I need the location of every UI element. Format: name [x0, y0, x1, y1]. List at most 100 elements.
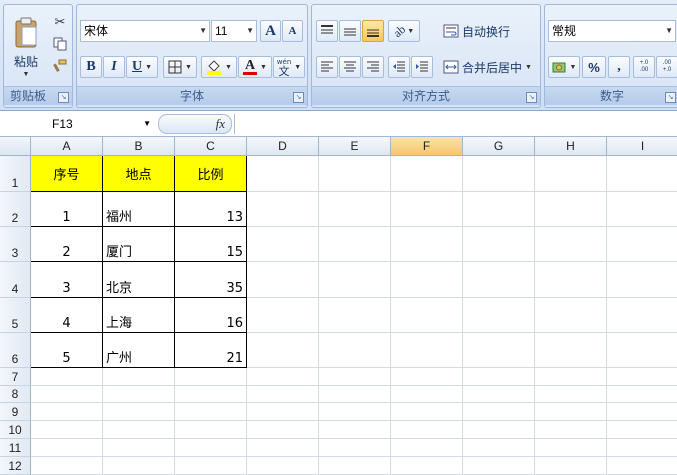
bold-button[interactable]: B: [80, 56, 102, 78]
insert-function-icon[interactable]: fx: [216, 116, 225, 132]
cell-i4[interactable]: [607, 262, 677, 298]
align-left-button[interactable]: [316, 56, 338, 78]
cell-h10[interactable]: [535, 421, 607, 439]
cell-d3[interactable]: [247, 227, 319, 262]
cell-b2[interactable]: 福州: [103, 192, 175, 227]
cell-d5[interactable]: [247, 298, 319, 333]
orientation-button[interactable]: ab ▼: [388, 20, 420, 42]
cell-i6[interactable]: [607, 333, 677, 368]
cell-c5[interactable]: 16: [175, 298, 247, 333]
cell-i1[interactable]: [607, 156, 677, 192]
align-right-button[interactable]: [362, 56, 384, 78]
font-name-select[interactable]: 宋体 ▼: [80, 20, 210, 42]
cell-i10[interactable]: [607, 421, 677, 439]
cell-e10[interactable]: [319, 421, 391, 439]
cell-g7[interactable]: [463, 368, 535, 386]
cell-a12[interactable]: [31, 457, 103, 475]
decrease-indent-button[interactable]: [388, 56, 410, 78]
row-header-12[interactable]: 12: [0, 457, 31, 475]
percent-button[interactable]: %: [582, 56, 606, 78]
increase-indent-button[interactable]: [411, 56, 433, 78]
column-header-e[interactable]: E: [319, 137, 391, 156]
cell-b4[interactable]: 北京: [103, 262, 175, 298]
cell-g8[interactable]: [463, 386, 535, 403]
cell-f8[interactable]: [391, 386, 463, 403]
copy-button[interactable]: [50, 35, 70, 53]
cell-h12[interactable]: [535, 457, 607, 475]
cell-f7[interactable]: [391, 368, 463, 386]
cell-i2[interactable]: [607, 192, 677, 227]
cell-c4[interactable]: 35: [175, 262, 247, 298]
cell-h11[interactable]: [535, 439, 607, 457]
row-header-1[interactable]: 1: [0, 156, 31, 192]
cell-b9[interactable]: [103, 403, 175, 421]
cell-d1[interactable]: [247, 156, 319, 192]
cell-c11[interactable]: [175, 439, 247, 457]
cell-c10[interactable]: [175, 421, 247, 439]
cell-c3[interactable]: 15: [175, 227, 247, 262]
italic-button[interactable]: I: [103, 56, 125, 78]
increase-decimal-button[interactable]: +.0 .00: [633, 56, 655, 78]
formula-input[interactable]: [234, 114, 677, 134]
cell-g9[interactable]: [463, 403, 535, 421]
font-launcher-icon[interactable]: ↘: [293, 92, 304, 103]
font-color-button[interactable]: A ▼: [238, 56, 272, 78]
cell-c8[interactable]: [175, 386, 247, 403]
cell-e5[interactable]: [319, 298, 391, 333]
grow-font-button[interactable]: A: [260, 20, 281, 42]
column-header-h[interactable]: H: [535, 137, 607, 156]
cell-b10[interactable]: [103, 421, 175, 439]
accounting-format-button[interactable]: ▼: [548, 56, 580, 78]
cell-g5[interactable]: [463, 298, 535, 333]
cell-f4[interactable]: [391, 262, 463, 298]
cell-b8[interactable]: [103, 386, 175, 403]
cell-e11[interactable]: [319, 439, 391, 457]
row-header-7[interactable]: 7: [0, 368, 31, 386]
cut-button[interactable]: ✂: [50, 13, 70, 31]
row-header-9[interactable]: 9: [0, 403, 31, 421]
cell-d4[interactable]: [247, 262, 319, 298]
cell-h3[interactable]: [535, 227, 607, 262]
column-header-g[interactable]: G: [463, 137, 535, 156]
cell-f2[interactable]: [391, 192, 463, 227]
cell-h4[interactable]: [535, 262, 607, 298]
cell-f6[interactable]: [391, 333, 463, 368]
cell-d2[interactable]: [247, 192, 319, 227]
cell-c7[interactable]: [175, 368, 247, 386]
cell-a6[interactable]: 5: [31, 333, 103, 368]
cell-f9[interactable]: [391, 403, 463, 421]
cell-e9[interactable]: [319, 403, 391, 421]
formula-bar-handle[interactable]: fx: [158, 114, 232, 134]
cell-a7[interactable]: [31, 368, 103, 386]
cell-g4[interactable]: [463, 262, 535, 298]
cell-d7[interactable]: [247, 368, 319, 386]
underline-button[interactable]: U ▼: [126, 56, 158, 78]
cell-c2[interactable]: 13: [175, 192, 247, 227]
cell-a5[interactable]: 4: [31, 298, 103, 333]
cell-d6[interactable]: [247, 333, 319, 368]
column-header-i[interactable]: I: [607, 137, 677, 156]
cell-h1[interactable]: [535, 156, 607, 192]
cell-d9[interactable]: [247, 403, 319, 421]
merge-center-button[interactable]: 合并后居中 ▼: [442, 56, 538, 78]
cell-h6[interactable]: [535, 333, 607, 368]
cell-a3[interactable]: 2: [31, 227, 103, 262]
row-header-3[interactable]: 3: [0, 227, 31, 262]
column-header-b[interactable]: B: [103, 137, 175, 156]
cell-h8[interactable]: [535, 386, 607, 403]
cell-i12[interactable]: [607, 457, 677, 475]
cell-a9[interactable]: [31, 403, 103, 421]
paste-button[interactable]: 粘贴 ▼: [7, 9, 45, 85]
column-header-a[interactable]: A: [31, 137, 103, 156]
cell-f1[interactable]: [391, 156, 463, 192]
cell-h9[interactable]: [535, 403, 607, 421]
cell-b6[interactable]: 广州: [103, 333, 175, 368]
cell-a4[interactable]: 3: [31, 262, 103, 298]
cell-d10[interactable]: [247, 421, 319, 439]
phonetic-button[interactable]: wén 文 ▼: [273, 56, 305, 78]
clipboard-launcher-icon[interactable]: ↘: [58, 92, 69, 103]
cell-i3[interactable]: [607, 227, 677, 262]
fill-color-button[interactable]: ▼: [201, 56, 237, 78]
cell-d12[interactable]: [247, 457, 319, 475]
cell-b7[interactable]: [103, 368, 175, 386]
